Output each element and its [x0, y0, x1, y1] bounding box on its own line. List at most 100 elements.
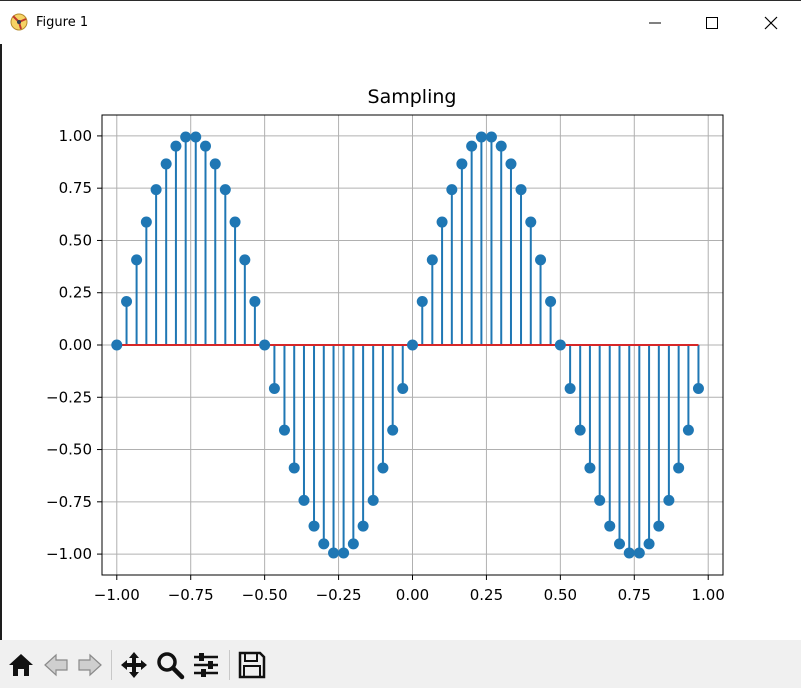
stem-marker	[121, 296, 133, 308]
maximize-icon	[706, 17, 718, 29]
x-tick-label: −0.25	[316, 586, 362, 604]
x-tick-label: 0.00	[396, 586, 429, 604]
stem-marker	[564, 382, 576, 394]
stem-marker	[682, 424, 694, 436]
x-tick-label: −0.75	[168, 586, 214, 604]
stem-marker	[485, 131, 497, 143]
stem-marker	[190, 131, 202, 143]
stem-marker	[574, 424, 586, 436]
maximize-button[interactable]	[689, 1, 735, 45]
stem-marker	[328, 547, 340, 559]
minimize-button[interactable]	[632, 1, 678, 45]
home-button[interactable]	[6, 650, 36, 680]
stem-marker	[131, 254, 143, 266]
stem-marker	[377, 462, 389, 474]
stem-marker	[278, 424, 290, 436]
y-tick-label: 0.75	[59, 179, 92, 197]
pan-button[interactable]	[119, 650, 149, 680]
stem-marker	[397, 382, 409, 394]
stem-marker	[495, 140, 507, 152]
stem-marker	[416, 296, 428, 308]
stem-marker	[249, 296, 261, 308]
stem-marker	[426, 254, 438, 266]
zoom-button[interactable]	[155, 650, 185, 680]
matplotlib-app-icon	[9, 12, 29, 32]
stem-marker	[357, 520, 369, 532]
close-icon	[764, 16, 778, 30]
stem-marker	[584, 462, 596, 474]
stem-marker	[308, 520, 320, 532]
title-bar[interactable]: Figure 1	[0, 0, 801, 44]
configure-subplots-icon	[194, 653, 218, 677]
stem-marker	[200, 140, 211, 152]
toolbar-separator	[229, 650, 230, 680]
stem-marker	[515, 184, 527, 196]
minimize-icon	[649, 22, 661, 24]
stem-marker	[663, 494, 675, 506]
x-tick-label: 0.25	[470, 586, 503, 604]
stem-marker	[633, 547, 645, 559]
stem-marker	[111, 339, 123, 351]
stem-marker	[209, 158, 221, 170]
stem-marker	[604, 520, 616, 532]
stem-marker	[623, 547, 635, 559]
y-tick-label: −0.25	[46, 388, 92, 406]
figure-canvas[interactable]: Sampling −1.00 −0.75 −0.50 −0.25 0.00 0.25 0.5…	[0, 44, 801, 640]
stem-marker	[673, 462, 685, 474]
stem-marker	[219, 184, 231, 196]
back-icon	[44, 653, 68, 677]
stem-marker	[298, 494, 310, 506]
forward-button[interactable]	[74, 650, 104, 680]
stem-marker	[594, 494, 606, 506]
stem-marker	[170, 140, 182, 152]
stem-marker	[466, 140, 478, 152]
stem-marker	[288, 462, 300, 474]
stem-marker	[140, 216, 152, 228]
stem-marker	[653, 520, 665, 532]
stem-marker	[545, 296, 557, 308]
forward-icon	[78, 653, 102, 677]
y-tick-label: −0.50	[46, 441, 92, 459]
stem-marker	[239, 254, 251, 266]
y-tick-label: −0.75	[46, 493, 92, 511]
stem-marker	[268, 382, 280, 394]
y-tick-label: 1.00	[59, 127, 92, 145]
back-button[interactable]	[42, 650, 72, 680]
x-tick-label: 0.75	[618, 586, 651, 604]
x-tick-label: 0.50	[544, 586, 577, 604]
stem-marker	[318, 538, 330, 550]
stem-marker	[387, 424, 399, 436]
stem-marker	[614, 538, 625, 550]
home-icon	[9, 654, 33, 676]
stem-marker	[643, 538, 655, 550]
stem-marker	[535, 254, 547, 266]
x-tick-label: −1.00	[94, 586, 140, 604]
close-button[interactable]	[748, 1, 794, 45]
y-tick-label: 0.00	[59, 336, 92, 354]
x-tick-label: 1.00	[692, 586, 725, 604]
stem-marker	[338, 547, 350, 559]
stem-marker	[407, 339, 418, 351]
y-tick-label: 0.25	[59, 284, 92, 302]
stem-marker	[150, 184, 162, 196]
save-icon	[238, 651, 266, 679]
stem-marker	[692, 382, 704, 394]
save-button[interactable]	[237, 650, 267, 680]
stem-marker	[554, 339, 566, 351]
window-title: Figure 1	[36, 15, 89, 30]
y-tick-label: −1.00	[46, 545, 92, 563]
x-tick-label: −0.50	[242, 586, 288, 604]
stem-marker	[475, 131, 487, 143]
stem-marker	[180, 131, 192, 143]
stem-marker	[229, 216, 241, 228]
stem-marker	[456, 158, 468, 170]
y-tick-label: 0.50	[59, 231, 92, 249]
zoom-icon	[157, 652, 185, 680]
navigation-toolbar	[0, 640, 801, 688]
configure-subplots-button[interactable]	[191, 650, 221, 680]
stem-marker	[160, 158, 172, 170]
stem-marker	[367, 494, 379, 506]
stem-marker	[436, 216, 448, 228]
pan-icon	[121, 652, 147, 678]
toolbar-separator	[111, 650, 112, 680]
